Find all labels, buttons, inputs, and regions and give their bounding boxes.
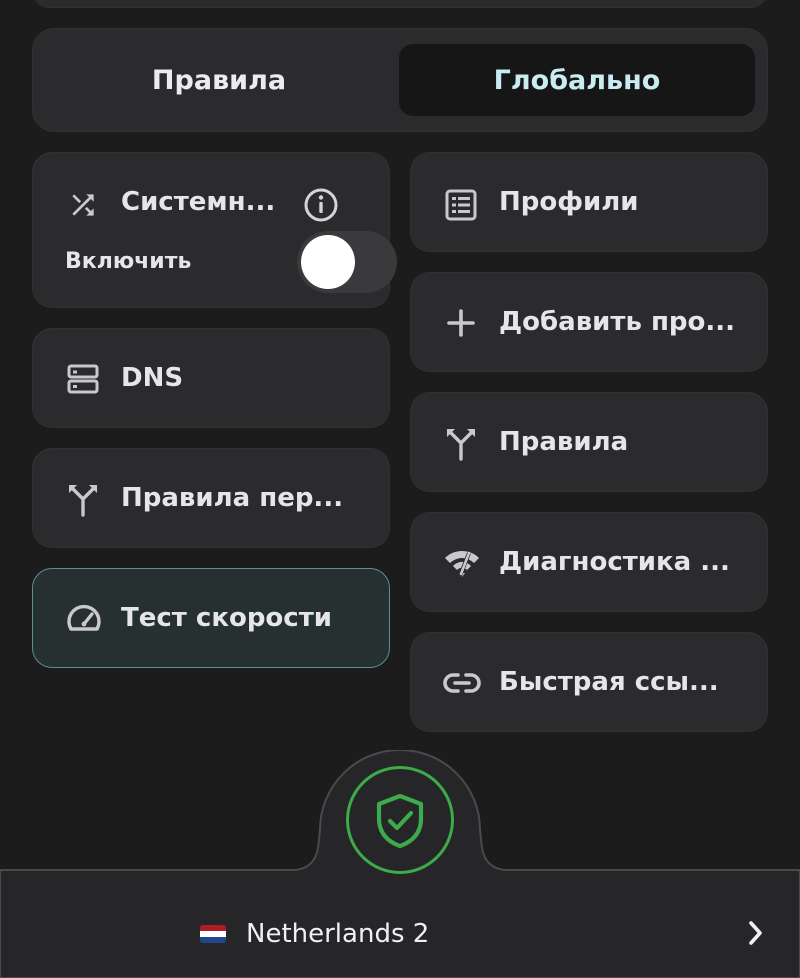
mode-rules-tab[interactable]: Правила <box>41 44 397 116</box>
network-diagnostics-icon <box>445 550 479 577</box>
connect-button[interactable] <box>346 766 454 874</box>
rules-tile[interactable]: Правила <box>410 392 768 492</box>
mode-switch: Правила Глобально <box>32 28 768 132</box>
system-proxy-toggle[interactable] <box>297 231 397 293</box>
speedometer-icon <box>67 604 101 631</box>
info-icon[interactable] <box>303 187 339 223</box>
mode-global-tab[interactable]: Глобально <box>399 44 755 116</box>
diagnostics-tile[interactable]: Диагностика ... <box>410 512 768 612</box>
profiles-tile[interactable]: Профили <box>410 152 768 252</box>
rules-label: Правила <box>499 427 629 457</box>
add-profile-label: Добавить про... <box>499 307 736 337</box>
shuffle-icon <box>72 194 94 216</box>
link-icon <box>443 673 481 693</box>
plus-icon <box>447 309 475 337</box>
toggle-knob <box>301 235 355 289</box>
dns-tile[interactable]: DNS <box>32 328 390 428</box>
speed-test-label: Тест скорости <box>121 603 332 633</box>
dns-server-icon <box>67 364 99 394</box>
chevron-right-icon[interactable] <box>744 920 766 946</box>
quick-link-label: Быстрая ссы... <box>499 667 719 697</box>
system-proxy-tile[interactable]: Системн... Включить <box>32 152 397 308</box>
dns-label: DNS <box>121 363 184 393</box>
override-rules-tile[interactable]: Правила пер... <box>32 448 390 548</box>
system-proxy-label: Системн... <box>121 187 276 217</box>
quick-link-tile[interactable]: Быстрая ссы... <box>410 632 768 732</box>
shield-check-icon <box>376 793 424 849</box>
enable-label: Включить <box>65 249 192 274</box>
diagnostics-label: Диагностика ... <box>499 547 730 577</box>
location-name: Netherlands 2 <box>246 919 430 949</box>
add-profile-tile[interactable]: Добавить про... <box>410 272 768 372</box>
profiles-label: Профили <box>499 187 639 217</box>
fork-icon <box>447 429 475 461</box>
netherlands-flag-icon <box>200 925 226 943</box>
list-icon <box>445 189 477 221</box>
speed-test-tile[interactable]: Тест скорости <box>32 568 390 668</box>
fork-icon <box>69 485 97 517</box>
location-selector[interactable]: Netherlands 2 <box>200 912 429 956</box>
override-rules-label: Правила пер... <box>121 483 344 513</box>
top-card-partial <box>32 0 768 8</box>
